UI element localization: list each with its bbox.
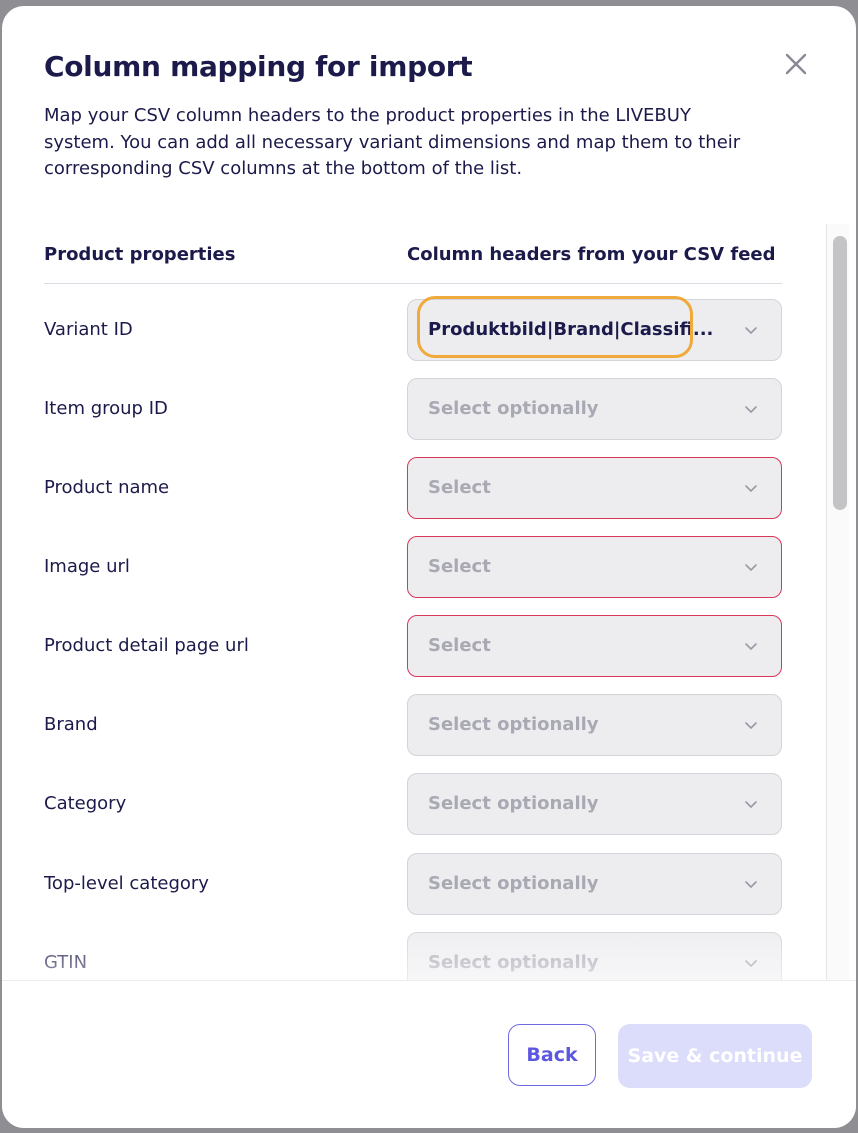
dialog-footer: Back Save & continue (2, 980, 856, 1128)
property-label: Variant ID (44, 319, 133, 340)
chevron-down-icon (745, 564, 757, 571)
mapping-row-category: Category Select optionally (2, 773, 856, 835)
select-placeholder: Select (428, 635, 491, 656)
dialog-description: Map your CSV column headers to the produ… (44, 105, 741, 179)
dialog-title: Column mapping for import (44, 50, 473, 83)
chevron-down-icon (745, 801, 757, 808)
chevron-down-icon (745, 327, 757, 334)
mapping-row-product-name: Product name Select (2, 457, 856, 519)
property-label: Brand (44, 714, 98, 735)
chevron-down-icon (745, 722, 757, 729)
scrollbar-thumb[interactable] (833, 236, 847, 510)
select-placeholder: Select (428, 556, 491, 577)
chevron-down-icon (745, 960, 757, 967)
column-header-csv-headers: Column headers from your CSV feed (407, 244, 776, 265)
chevron-down-icon (745, 881, 757, 888)
select-placeholder: Select optionally (428, 952, 599, 973)
chevron-down-icon (745, 643, 757, 650)
mapping-row-brand: Brand Select optionally (2, 694, 856, 756)
mapping-row-item-group-id: Item group ID Select optionally (2, 378, 856, 440)
select-placeholder: Select optionally (428, 714, 599, 735)
close-button[interactable] (778, 46, 814, 82)
property-label: GTIN (44, 952, 88, 973)
property-label: Product detail page url (44, 635, 249, 656)
product-name-select[interactable]: Select (407, 457, 782, 519)
gtin-select[interactable]: Select optionally (407, 932, 782, 980)
column-header-product-properties: Product properties (44, 244, 236, 265)
mapping-list[interactable]: Product properties Column headers from y… (2, 224, 856, 980)
category-select[interactable]: Select optionally (407, 773, 782, 835)
mapping-row-product-detail-page-url: Product detail page url Select (2, 615, 856, 677)
brand-select[interactable]: Select optionally (407, 694, 782, 756)
select-placeholder: Select (428, 477, 491, 498)
chevron-down-icon (745, 406, 757, 413)
select-placeholder: Select optionally (428, 793, 599, 814)
column-mapping-dialog: Column mapping for import Map your CSV c… (2, 6, 856, 1128)
property-label: Category (44, 793, 127, 814)
close-icon (785, 53, 807, 75)
select-placeholder: Select optionally (428, 873, 599, 894)
select-placeholder: Select optionally (428, 398, 599, 419)
image-url-select[interactable]: Select (407, 536, 782, 598)
chevron-down-icon (745, 485, 757, 492)
top-level-category-select[interactable]: Select optionally (407, 853, 782, 915)
property-label: Product name (44, 477, 170, 498)
mapping-row-variant-id: Variant ID Produktbild|Brand|Classifi... (2, 296, 856, 361)
product-detail-page-url-select[interactable]: Select (407, 615, 782, 677)
property-label: Top-level category (44, 873, 209, 894)
property-label: Image url (44, 556, 130, 577)
variant-id-select[interactable]: Produktbild|Brand|Classifi... (407, 296, 782, 361)
mapping-row-top-level-category: Top-level category Select optionally (2, 853, 856, 915)
select-value: Produktbild|Brand|Classifi... (428, 319, 714, 340)
item-group-id-select[interactable]: Select optionally (407, 378, 782, 440)
save-continue-button[interactable]: Save & continue (618, 1024, 812, 1088)
header-divider (44, 283, 782, 284)
back-button[interactable]: Back (508, 1024, 596, 1086)
property-label: Item group ID (44, 398, 168, 419)
mapping-row-gtin: GTIN Select optionally (2, 932, 856, 980)
mapping-row-image-url: Image url Select (2, 536, 856, 598)
